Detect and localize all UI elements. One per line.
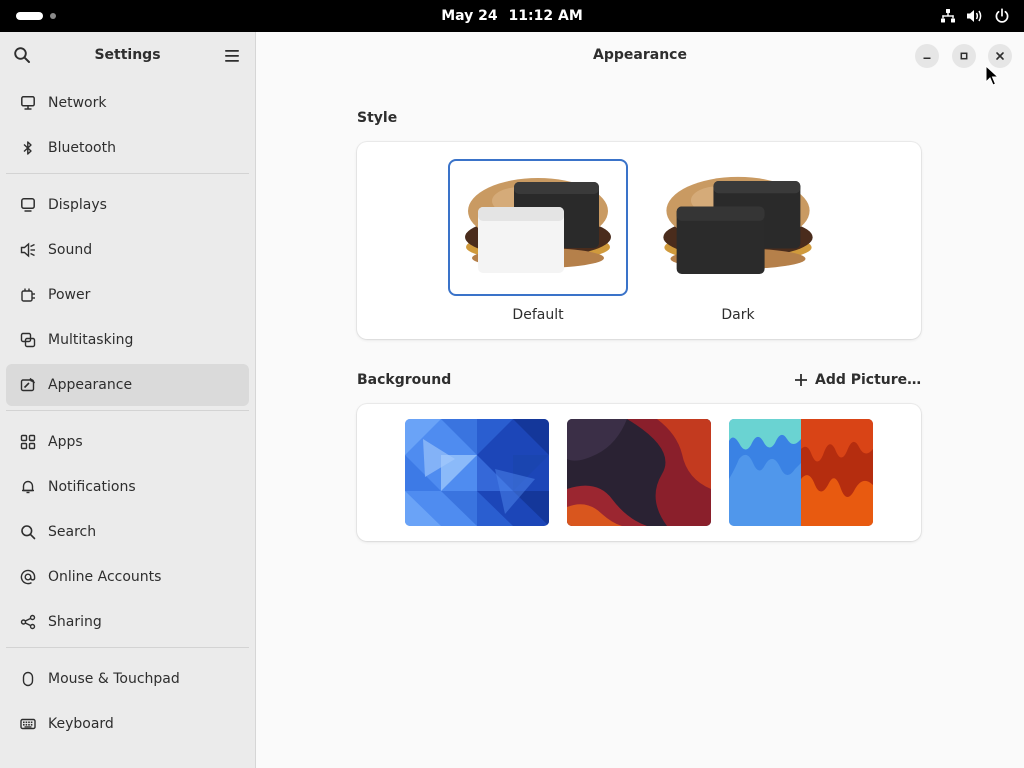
sidebar-list: Network Bluetooth Displays Sound Power M…: [6, 82, 249, 748]
bell-icon: [22, 480, 34, 494]
sidebar-header: Settings: [0, 32, 255, 78]
sidebar-item-bluetooth[interactable]: Bluetooth: [6, 127, 249, 169]
power-plug-icon: [21, 288, 35, 302]
style-preview-dark[interactable]: [648, 159, 828, 296]
apps-grid-icon: [20, 434, 36, 450]
sidebar-divider: [6, 410, 249, 411]
share-icon: [20, 614, 36, 630]
network-icon: [21, 96, 35, 110]
style-option-dark[interactable]: Dark: [648, 159, 828, 323]
wallpaper-blue-triangles-image: [405, 419, 549, 526]
sidebar-item-label: Search: [48, 524, 97, 540]
wallpaper-thumbnail-blue-orange[interactable]: [729, 419, 873, 526]
page-title: Appearance: [593, 47, 687, 63]
style-section-label: Style: [357, 110, 398, 126]
style-preview-default[interactable]: [448, 159, 628, 296]
style-option-default[interactable]: Default: [448, 159, 628, 323]
maximize-icon: [960, 52, 968, 60]
sidebar-divider: [6, 647, 249, 648]
bluetooth-icon: [23, 141, 32, 155]
sidebar-item-label: Notifications: [48, 479, 136, 495]
hamburger-menu-icon[interactable]: [224, 48, 240, 67]
style-option-label: Default: [512, 307, 564, 323]
sidebar-item-sharing[interactable]: Sharing: [6, 601, 249, 643]
multitasking-icon: [20, 332, 36, 348]
minimize-button[interactable]: [915, 44, 939, 68]
sidebar-item-online-accounts[interactable]: Online Accounts: [6, 556, 249, 598]
sidebar-title: Settings: [94, 47, 161, 63]
sidebar-item-label: Apps: [48, 434, 83, 450]
style-preview-default-image: [465, 178, 611, 273]
background-card: [357, 404, 921, 541]
appearance-panel: Appearance Style Default Dark Background…: [256, 32, 1024, 768]
sidebar-item-displays[interactable]: Displays: [6, 184, 249, 226]
sidebar-item-label: Multitasking: [48, 332, 134, 348]
close-icon: [996, 52, 1004, 60]
sidebar-item-search[interactable]: Search: [6, 511, 249, 553]
sidebar-item-network[interactable]: Network: [6, 82, 249, 124]
maximize-button[interactable]: [952, 44, 976, 68]
search-icon: [21, 525, 36, 540]
sidebar-item-mouse-touchpad[interactable]: Mouse & Touchpad: [6, 658, 249, 700]
sidebar-item-power[interactable]: Power: [6, 274, 249, 316]
at-sign-icon: [20, 569, 36, 585]
sidebar-item-multitasking[interactable]: Multitasking: [6, 319, 249, 361]
sidebar-item-appearance[interactable]: Appearance: [6, 364, 249, 406]
minimize-icon: [923, 57, 931, 59]
sidebar-divider: [6, 173, 249, 174]
style-option-label: Dark: [721, 307, 755, 323]
mouse-icon: [22, 671, 34, 687]
sidebar-item-label: Mouse & Touchpad: [48, 671, 180, 687]
appearance-icon: [20, 377, 36, 392]
clock-time: 11:12 AM: [508, 8, 583, 24]
settings-sidebar: Settings Network Bluetooth Displays Soun…: [0, 32, 256, 768]
sidebar-item-label: Bluetooth: [48, 140, 116, 156]
display-icon: [21, 198, 35, 212]
sidebar-item-label: Network: [48, 95, 107, 111]
mouse-cursor-icon: [985, 65, 999, 86]
system-tray[interactable]: [940, 0, 1010, 32]
wallpaper-thumbnail-blue-triangles[interactable]: [405, 419, 549, 526]
volume-icon: [966, 8, 984, 24]
keyboard-icon: [20, 718, 36, 730]
plus-icon: [795, 374, 807, 386]
sidebar-item-label: Sharing: [48, 614, 102, 630]
network-wired-icon: [940, 8, 956, 24]
sidebar-item-keyboard[interactable]: Keyboard: [6, 703, 249, 745]
wallpaper-dark-amber-image: [567, 419, 711, 526]
sidebar-item-label: Keyboard: [48, 716, 114, 732]
sidebar-item-label: Power: [48, 287, 91, 303]
style-card: Default Dark: [357, 142, 921, 339]
background-section-label: Background: [357, 372, 452, 388]
sidebar-item-label: Online Accounts: [48, 569, 162, 585]
sidebar-item-notifications[interactable]: Notifications: [6, 466, 249, 508]
add-picture-button[interactable]: Add Picture…: [794, 372, 921, 388]
wallpaper-blue-orange-image: [729, 419, 873, 526]
sidebar-item-label: Sound: [48, 242, 93, 258]
sidebar-item-label: Displays: [48, 197, 107, 213]
top-bar: May 24 11:12 AM: [0, 0, 1024, 32]
power-icon: [994, 8, 1010, 24]
wallpaper-thumbnail-dark-amber[interactable]: [567, 419, 711, 526]
sidebar-item-sound[interactable]: Sound: [6, 229, 249, 271]
add-picture-label: Add Picture…: [815, 372, 922, 388]
style-preview-dark-image: [663, 176, 813, 275]
speaker-icon: [20, 242, 35, 258]
clock[interactable]: May 24 11:12 AM: [0, 0, 1024, 32]
sidebar-item-label: Appearance: [48, 377, 133, 393]
clock-date: May 24: [441, 8, 498, 24]
sidebar-item-apps[interactable]: Apps: [6, 421, 249, 463]
